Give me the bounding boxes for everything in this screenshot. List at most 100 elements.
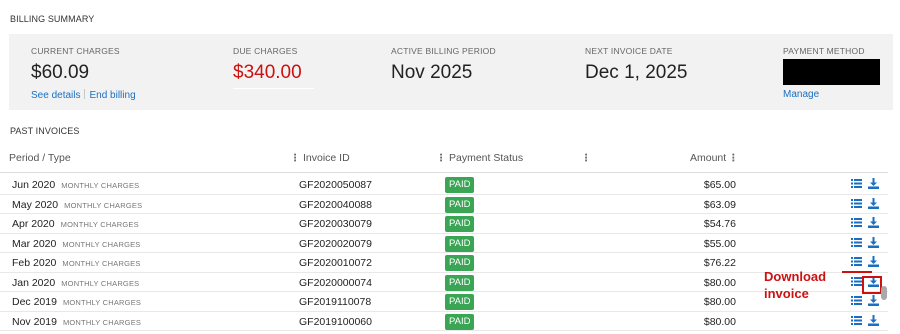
invoice-id-cell: GF2020030079 (299, 218, 372, 230)
period-text: Jun 2020 (12, 179, 56, 191)
end-billing-link[interactable]: End billing (89, 90, 135, 101)
column-header-invoice-id[interactable]: ⋮ Invoice ID (290, 152, 350, 164)
period-cell: Dec 2019 MONTHLY CHARGES (12, 296, 141, 308)
header-divider (0, 172, 888, 173)
period-cell: Nov 2019 MONTHLY CHARGES (12, 316, 141, 328)
download-icon[interactable] (868, 197, 879, 209)
active-period-value: Nov 2025 (391, 62, 473, 83)
manage-payment-link[interactable]: Manage (783, 89, 819, 100)
next-invoice-value: Dec 1, 2025 (585, 62, 688, 83)
amount-cell: $76.22 (703, 257, 736, 269)
period-cell: Mar 2020 MONTHLY CHARGES (12, 238, 141, 250)
active-period-label: ACTIVE BILLING PERIOD (391, 46, 496, 56)
amount-cell: $80.00 (703, 315, 736, 328)
invoice-id-cell: GF2020010072 (299, 257, 372, 269)
past-invoices-title: PAST INVOICES (10, 126, 80, 136)
table-row: Apr 2020 MONTHLY CHARGES GF2020030079 PAID $… (0, 214, 888, 234)
next-invoice-stat: NEXT INVOICE DATE Dec 1, 2025 (585, 46, 687, 84)
invoice-id-cell: GF2020050087 (299, 179, 372, 191)
period-cell: Jun 2020 MONTHLY CHARGES (12, 179, 139, 191)
period-text: Apr 2020 (12, 218, 55, 230)
download-icon[interactable] (868, 236, 879, 248)
download-icon[interactable] (868, 314, 879, 326)
current-charges-stat: CURRENT CHARGES $60.09 See details End bi… (31, 46, 136, 101)
column-grip-icon[interactable]: ⋮ (290, 153, 300, 164)
payment-method-stat: PAYMENT METHOD Manage (783, 46, 880, 100)
charge-type-text: MONTHLY CHARGES (60, 220, 139, 229)
column-label-invoice-id: Invoice ID (303, 152, 350, 164)
row-actions (851, 314, 879, 326)
column-grip-icon[interactable]: ⋮ (436, 153, 446, 164)
redacted-payment-method (783, 59, 880, 85)
billing-summary-panel: CURRENT CHARGES $60.09 See details End bi… (9, 34, 893, 110)
amount-cell: $54.76 (703, 218, 736, 230)
active-period-stat: ACTIVE BILLING PERIOD Nov 2025 (391, 46, 496, 84)
list-icon[interactable] (851, 295, 862, 306)
table-scrollbar[interactable] (881, 286, 887, 300)
invoice-table-header: Period / Type ⋮ Invoice ID ⋮ Payment Statu… (0, 146, 900, 170)
column-grip-icon[interactable]: ⋮ (581, 152, 594, 164)
list-icon[interactable] (851, 315, 862, 326)
amount-cell: $80.00 (703, 276, 736, 289)
download-icon[interactable] (868, 178, 879, 189)
due-charges-label: DUE CHARGES (233, 46, 298, 56)
row-actions (851, 295, 879, 306)
status-badge: PAID (445, 255, 475, 271)
list-icon[interactable] (851, 276, 862, 287)
status-badge: PAID (445, 216, 475, 232)
annotation-line-2: invoice (764, 286, 809, 301)
download-icon[interactable] (868, 295, 879, 306)
charge-type-text: MONTHLY CHARGES (64, 200, 143, 210)
period-cell: Feb 2020 MONTHLY CHARGES (12, 257, 141, 269)
charge-type-text: MONTHLY CHARGES (61, 181, 140, 190)
download-icon[interactable] (868, 217, 879, 228)
current-charges-value: $60.09 (31, 62, 90, 83)
charge-type-text: MONTHLY CHARGES (62, 298, 142, 307)
invoice-id-cell: GF2019100060 (299, 315, 372, 328)
invoice-table-body: Jun 2020 MONTHLY CHARGES GF2020050087 PAID $… (0, 175, 888, 331)
due-charges-stat: DUE CHARGES $340.00 (233, 46, 314, 89)
column-label-status: Payment Status (449, 152, 524, 164)
due-charges-value: $340.00 (233, 62, 314, 89)
status-badge: PAID (445, 235, 475, 252)
column-grip-icon[interactable]: ⋮ (728, 153, 738, 164)
current-charges-label: CURRENT CHARGES (31, 46, 120, 56)
table-row: May 2020 MONTHLY CHARGES GF2020040088 PAID $… (0, 195, 888, 214)
period-text: Mar 2020 (12, 237, 57, 250)
invoice-id-cell: GF2019110078 (299, 296, 372, 308)
table-row: Jun 2020 MONTHLY CHARGES GF2020050087 PAID $… (0, 175, 888, 195)
period-text: May 2020 (12, 198, 59, 211)
period-cell: May 2020 MONTHLY CHARGES (12, 199, 142, 211)
period-text: Nov 2019 (12, 315, 57, 328)
period-text: Jan 2020 (12, 276, 56, 289)
list-icon[interactable] (851, 237, 862, 248)
status-badge: PAID (445, 274, 475, 291)
invoice-id-cell: GF2020000074 (299, 276, 372, 289)
table-row: Nov 2019 MONTHLY CHARGES GF2019100060 PAID $… (0, 312, 888, 331)
link-divider (84, 89, 86, 99)
see-details-link[interactable]: See details (31, 90, 80, 101)
table-row: Dec 2019 MONTHLY CHARGES GF2019110078 PAID $… (0, 292, 888, 312)
list-icon[interactable] (851, 256, 862, 267)
amount-cell: $55.00 (703, 237, 736, 250)
download-invoice-annotation: Download invoice (764, 268, 826, 302)
invoice-id-cell: GF2020020079 (299, 237, 372, 250)
amount-cell: $80.00 (703, 296, 736, 308)
download-icon[interactable] (868, 256, 879, 267)
column-header-status[interactable]: ⋮ Payment Status (436, 152, 523, 164)
row-actions (851, 256, 879, 267)
list-icon[interactable] (851, 217, 862, 228)
annotation-line-1: Download (764, 269, 827, 284)
list-icon[interactable] (851, 178, 862, 189)
row-actions (851, 197, 879, 209)
charge-type-text: MONTHLY CHARGES (62, 317, 142, 327)
table-row: Mar 2020 MONTHLY CHARGES GF2020020079 PAID $… (0, 234, 888, 253)
invoice-id-cell: GF2020040088 (299, 198, 372, 211)
payment-method-label: PAYMENT METHOD (783, 46, 865, 56)
period-text: Dec 2019 (12, 296, 57, 308)
list-icon[interactable] (851, 198, 862, 209)
annotation-pointer (842, 271, 872, 273)
column-header-period[interactable]: Period / Type (9, 152, 71, 164)
status-badge: PAID (445, 313, 475, 330)
column-header-amount[interactable]: Amount ⋮ (690, 152, 741, 164)
